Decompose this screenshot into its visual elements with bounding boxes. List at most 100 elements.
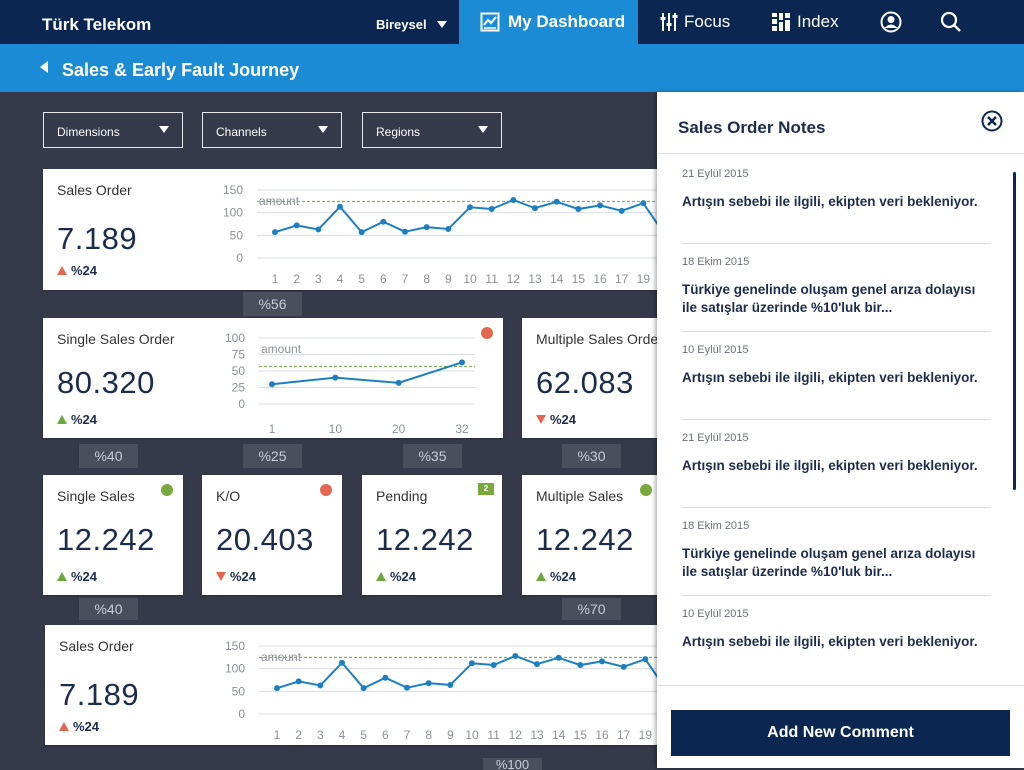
nav-my-dashboard[interactable]: My Dashboard: [459, 0, 638, 44]
data-point: [532, 205, 538, 212]
comment-count: 2: [483, 484, 489, 493]
trend-up-icon: [57, 572, 67, 581]
card-title: Single Sales: [57, 488, 135, 504]
note-item[interactable]: 10 Eylül 2015 Artışın sebebi ile ilgili,…: [682, 596, 991, 684]
data-point: [274, 685, 280, 692]
y-tick-label: 0: [238, 397, 245, 411]
data-point: [490, 662, 497, 669]
y-tick-label: 0: [236, 251, 243, 265]
channels-dropdown[interactable]: Channels: [202, 112, 342, 148]
note-item[interactable]: 21 Eylül 2015 Artışın sebebi ile ilgili,…: [682, 420, 991, 508]
note-item[interactable]: 10 Eylül 2015 Artışın sebebi ile ilgili,…: [682, 332, 991, 420]
note-item[interactable]: 18 Ekim 2015 Türkiye genelinde oluşam ge…: [682, 244, 991, 332]
note-item[interactable]: 21 Eylül 2015 Artışın sebebi ile ilgili,…: [682, 156, 991, 244]
x-tick-label: 19: [639, 728, 653, 742]
segment-label: Bireysel: [376, 17, 427, 32]
y-tick-label: 25: [232, 381, 246, 395]
trend-down-icon: [536, 415, 546, 424]
multiple-sales-card[interactable]: Multiple Sales 12.242 %24: [522, 475, 662, 595]
y-tick-label: 100: [223, 206, 243, 220]
card-title: Sales Order: [59, 638, 134, 654]
data-point: [620, 663, 627, 670]
y-tick-label: 100: [225, 331, 245, 345]
data-point: [395, 379, 402, 386]
trend-up-icon: [57, 266, 67, 275]
note-text: Artışın sebebi ile ilgili, ekipten veri …: [682, 194, 978, 209]
regions-label: Regions: [376, 125, 421, 139]
top-bar: Türk Telekom Bireysel My Dashboard Focus: [0, 0, 1024, 44]
x-tick-label: 6: [380, 272, 387, 286]
card-value: 20.403: [216, 522, 314, 557]
data-point: [534, 661, 540, 668]
percent-badge: %35: [403, 444, 462, 468]
percent-badge: %100: [483, 758, 542, 770]
dimensions-dropdown[interactable]: Dimensions: [43, 112, 183, 148]
data-point: [642, 656, 649, 663]
sales-order-card-bottom[interactable]: Sales Order 7.189 %24 0 50 100 150 amount 1 2 3…: [45, 625, 685, 745]
percent-badge: %70: [562, 598, 621, 620]
x-tick-label: 11: [485, 272, 498, 286]
segment-dropdown[interactable]: Bireysel: [376, 17, 447, 32]
x-tick-label: 9: [445, 272, 452, 286]
note-date: 21 Eylül 2015: [682, 168, 749, 180]
data-point: [332, 374, 339, 381]
note-item[interactable]: 18 Ekim 2015 Türkiye genelinde oluşam ge…: [682, 508, 991, 596]
divider: [657, 153, 1024, 154]
back-arrow-icon[interactable]: [40, 61, 48, 73]
single-sales-card[interactable]: Single Sales 12.242 %24: [43, 475, 183, 595]
scrollbar[interactable]: [1013, 172, 1016, 490]
card-value: 62.083: [536, 365, 634, 400]
nav-index-label: Index: [797, 12, 839, 31]
y-tick-label: 50: [232, 684, 246, 698]
note-text: Artışın sebebi ile ilgili, ekipten veri …: [682, 458, 978, 473]
close-button[interactable]: [981, 110, 1003, 137]
card-delta: %24: [536, 569, 576, 584]
chevron-down-icon: [159, 126, 169, 133]
data-point: [597, 202, 603, 209]
nav-focus-label: Focus: [684, 12, 731, 31]
x-tick-label: 19: [637, 272, 651, 286]
regions-dropdown[interactable]: Regions: [362, 112, 502, 148]
percent-badge: %40: [79, 444, 138, 468]
data-point: [599, 658, 605, 665]
notes-panel: Sales Order Notes 21 Eylül 2015 Artışın …: [657, 92, 1024, 768]
x-tick-label: 4: [337, 272, 344, 286]
x-tick-label: 12: [509, 728, 523, 742]
x-tick-label: 9: [447, 728, 454, 742]
add-new-comment-button[interactable]: Add New Comment: [671, 710, 1010, 756]
nav-index[interactable]: Index: [771, 0, 839, 44]
single-sales-order-chart: 0 25 50 75 100 amount 1 10 20 32: [225, 331, 475, 436]
x-tick-label: 15: [572, 272, 586, 286]
trend-up-icon: [57, 415, 67, 424]
page-title: Sales & Early Fault Journey: [62, 60, 300, 80]
nav-focus[interactable]: Focus: [660, 0, 730, 44]
data-point: [402, 228, 408, 235]
card-delta: %24: [536, 412, 576, 427]
sales-order-card[interactable]: Sales Order 7.189 %24 0 50 100 150 amount 1 2 3…: [43, 169, 683, 290]
notes-title: Sales Order Notes: [678, 118, 826, 137]
y-tick-label: 50: [232, 364, 246, 378]
single-sales-order-card[interactable]: Single Sales Order 80.320 %24 0 25 50 75 100…: [43, 318, 503, 438]
status-dot-red: [481, 327, 493, 339]
nav-dashboard-label: My Dashboard: [508, 12, 626, 31]
search-button[interactable]: [940, 11, 962, 38]
data-point: [512, 652, 519, 659]
percent-badge: %25: [243, 444, 302, 468]
pending-card[interactable]: Pending 12.242 %24 2: [362, 475, 502, 595]
x-tick-label: 10: [465, 728, 479, 742]
data-point: [577, 662, 584, 669]
data-point: [404, 684, 410, 691]
delta-label: %24: [550, 569, 577, 584]
card-value: 7.189: [59, 677, 140, 712]
chevron-down-icon: [436, 21, 447, 28]
notes-list: 21 Eylül 2015 Artışın sebebi ile ilgili,…: [682, 156, 991, 684]
note-date: 18 Ekim 2015: [682, 520, 750, 532]
sales-order-chart: 050100150amount1 2 3 4 5 6 7 8 9 10 11 12 13 14 15 16 17…: [225, 639, 685, 742]
trend-down-icon: [216, 572, 226, 581]
x-tick-label: 3: [315, 272, 322, 286]
data-point: [295, 678, 302, 685]
user-profile-button[interactable]: [880, 11, 902, 38]
ko-card[interactable]: K/O 20.403 %24: [202, 475, 342, 595]
data-point: [447, 681, 454, 688]
comment-badge-icon[interactable]: 2: [478, 483, 494, 495]
